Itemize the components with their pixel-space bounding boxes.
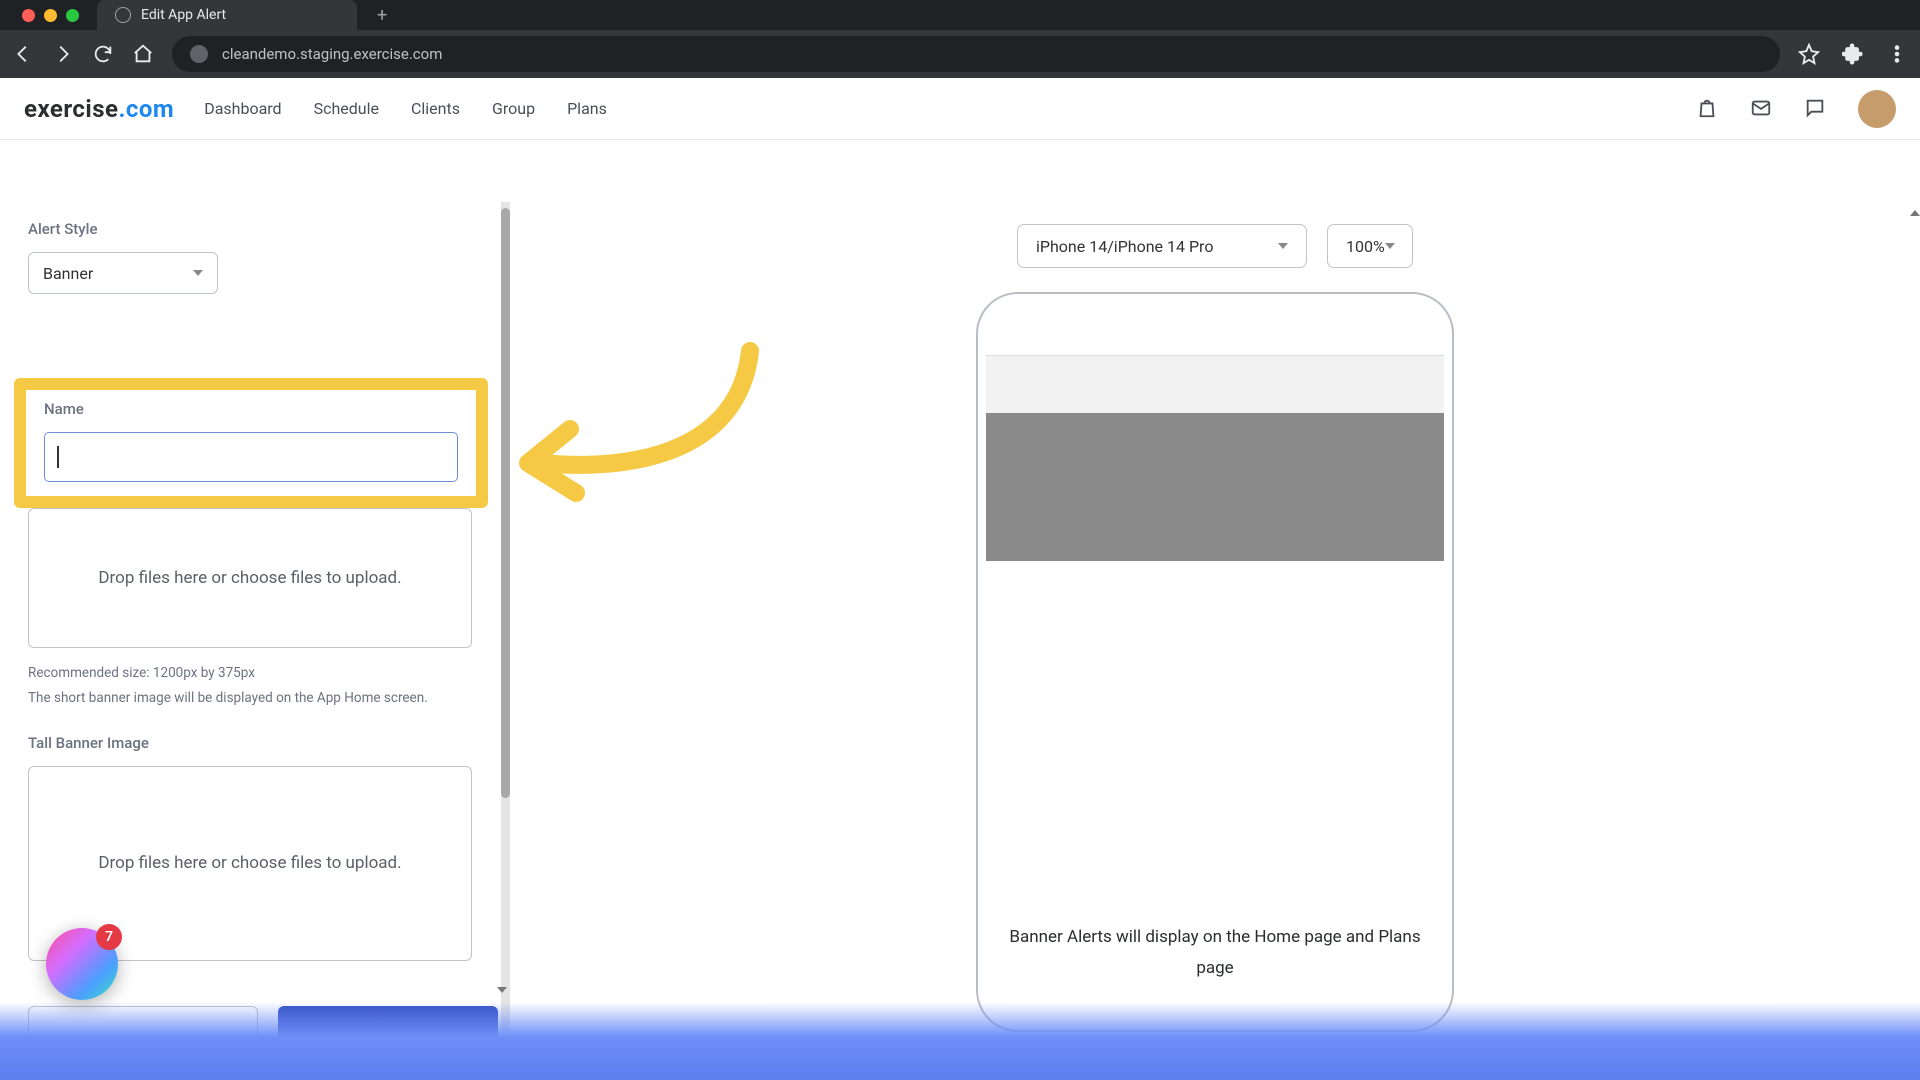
close-window-icon[interactable] — [22, 9, 35, 22]
phone-screen: Banner Alerts will display on the Home p… — [986, 302, 1444, 1022]
avatar[interactable] — [1858, 90, 1896, 128]
chevron-down-icon — [193, 270, 203, 276]
nav-clients[interactable]: Clients — [411, 99, 460, 118]
zoom-value: 100% — [1346, 237, 1385, 256]
zoom-select[interactable]: 100% — [1327, 224, 1413, 268]
maximize-window-icon[interactable] — [66, 9, 79, 22]
new-tab-button[interactable]: + — [377, 5, 387, 26]
bottom-gradient-bar — [0, 1002, 1920, 1080]
form-sidebar: Alert Style Banner Short Banner Image Dr… — [0, 202, 510, 1032]
home-icon[interactable] — [132, 43, 154, 65]
name-input[interactable] — [44, 432, 458, 482]
browser-toolbar: cleandemo.staging.exercise.com — [0, 30, 1920, 78]
phone-tall-banner-placeholder — [986, 413, 1444, 561]
helper-short-desc: The short banner image will be displayed… — [28, 687, 482, 710]
alert-style-label: Alert Style — [28, 220, 482, 238]
tab-title: Edit App Alert — [141, 7, 226, 23]
browser-tab[interactable]: Edit App Alert — [97, 0, 357, 30]
top-nav: Dashboard Schedule Clients Group Plans — [204, 99, 607, 118]
forward-icon[interactable] — [52, 43, 74, 65]
phone-short-banner-placeholder — [986, 356, 1444, 413]
short-banner-section: Short Banner Image Drop files here or ch… — [28, 476, 482, 710]
logo-text-right: .com — [118, 95, 174, 123]
alert-style-value: Banner — [43, 264, 93, 283]
dropzone-text: Drop files here or choose files to uploa… — [98, 568, 401, 588]
site-info-icon[interactable] — [190, 45, 208, 63]
menu-icon[interactable] — [1886, 43, 1908, 65]
device-value: iPhone 14/iPhone 14 Pro — [1036, 237, 1213, 256]
device-select[interactable]: iPhone 14/iPhone 14 Pro — [1017, 224, 1307, 268]
phone-help-message: Banner Alerts will display on the Home p… — [986, 922, 1444, 983]
preview-pane: iPhone 14/iPhone 14 Pro 100% Banner Aler… — [510, 202, 1920, 1032]
back-icon[interactable] — [12, 43, 34, 65]
nav-schedule[interactable]: Schedule — [314, 99, 379, 118]
url-text: cleandemo.staging.exercise.com — [222, 45, 442, 63]
nav-plans[interactable]: Plans — [567, 99, 607, 118]
shopping-bag-icon[interactable] — [1696, 97, 1720, 121]
dropzone-text-tall: Drop files here or choose files to uploa… — [98, 853, 401, 873]
scrollbar-thumb[interactable] — [501, 208, 510, 798]
minimize-window-icon[interactable] — [44, 9, 57, 22]
extensions-icon[interactable] — [1842, 43, 1864, 65]
phone-frame: Banner Alerts will display on the Home p… — [976, 292, 1454, 1032]
alert-style-field: Alert Style Banner — [28, 220, 482, 294]
chevron-down-icon — [1278, 243, 1288, 249]
scroll-up-arrow-icon[interactable] — [1910, 210, 1918, 218]
nav-dashboard[interactable]: Dashboard — [204, 99, 281, 118]
alert-style-select[interactable]: Banner — [28, 252, 218, 294]
logo[interactable]: exercise.com — [24, 95, 174, 123]
app-header: exercise.com Dashboard Schedule Clients … — [0, 78, 1920, 140]
tab-strip: Edit App Alert + — [0, 0, 1920, 30]
star-icon[interactable] — [1798, 43, 1820, 65]
tall-banner-label: Tall Banner Image — [28, 734, 482, 752]
globe-icon — [115, 7, 131, 23]
text-caret — [57, 446, 59, 468]
name-field-highlight: Name — [14, 378, 488, 508]
chevron-down-icon — [1385, 243, 1395, 249]
address-bar[interactable]: cleandemo.staging.exercise.com — [172, 36, 1780, 72]
window-controls[interactable] — [4, 9, 97, 22]
phone-status-bar — [986, 302, 1444, 356]
app-viewport: exercise.com Dashboard Schedule Clients … — [0, 78, 1920, 1080]
chat-icon[interactable] — [1804, 97, 1828, 121]
name-label: Name — [44, 400, 458, 418]
browser-chrome: Edit App Alert + cleandemo.staging.exerc… — [0, 0, 1920, 78]
main-layout: Alert Style Banner Short Banner Image Dr… — [0, 202, 1920, 1032]
short-banner-dropzone[interactable]: Drop files here or choose files to uploa… — [28, 508, 472, 648]
mail-icon[interactable] — [1750, 97, 1774, 121]
tall-banner-dropzone[interactable]: Drop files here or choose files to uploa… — [28, 766, 472, 961]
tall-banner-section: Tall Banner Image Drop files here or cho… — [28, 734, 482, 961]
reload-icon[interactable] — [92, 43, 114, 65]
nav-group[interactable]: Group — [492, 99, 535, 118]
logo-text-left: exercise — [24, 95, 118, 123]
helper-recommended-size: Recommended size: 1200px by 375px — [28, 662, 482, 685]
scroll-down-arrow-icon[interactable] — [497, 984, 507, 994]
